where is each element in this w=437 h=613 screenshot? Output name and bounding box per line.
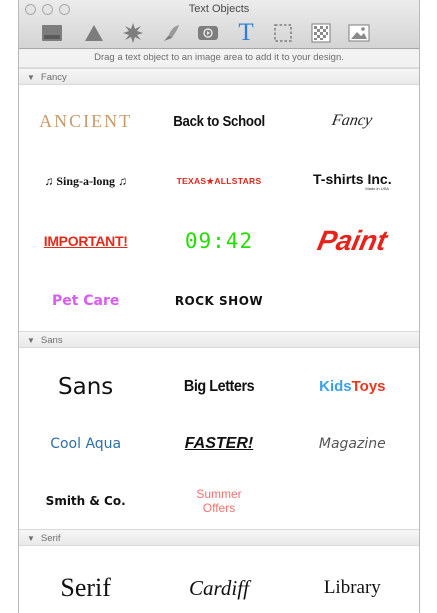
section-label: Sans (40, 335, 63, 346)
text-object-texas-allstars[interactable]: TEXAS★ALLSTARS (152, 151, 285, 211)
text-object-pet-care[interactable]: Pet Care (19, 271, 152, 331)
text-object-clock[interactable]: 09:42 (152, 211, 285, 271)
section-header-serif[interactable]: ▼ Serif (19, 529, 419, 546)
serif-grid: Serif Cardiff Library (19, 546, 419, 613)
section-label: Serif (40, 533, 61, 544)
text-object-summer-offers[interactable]: Summer Offers (152, 472, 285, 529)
text-object-cool-aqua[interactable]: Cool Aqua (19, 415, 152, 472)
triangle-shape-icon (85, 25, 103, 41)
text-object-kids-toys[interactable]: Kids Toys (286, 358, 419, 415)
text-object-smith-co[interactable]: Smith & Co. (19, 472, 152, 529)
empty-cell (286, 472, 419, 529)
starburst-shape-button[interactable] (120, 21, 146, 45)
sans-grid: Sans Big Letters Kids Toys Cool Aqua FAST… (19, 348, 419, 529)
text-object-rock-show[interactable]: ROCK SHOW (152, 271, 285, 331)
text-object-t-shirts-inc[interactable]: T-shirts Inc. Made in USA (286, 151, 419, 211)
button-shape-icon (198, 26, 218, 40)
section-label: Fancy (40, 72, 67, 83)
window-title: Text Objects (188, 3, 250, 15)
disclosure-triangle-icon[interactable]: ▼ (27, 69, 35, 86)
background-pattern-button[interactable] (308, 21, 334, 45)
text-object-icon: T (238, 19, 254, 46)
text-object-big-letters[interactable]: Big Letters (152, 358, 285, 415)
clip-art-button[interactable] (158, 21, 184, 45)
text-objects-window: Text Objects T Drag a text object to an … (18, 0, 420, 613)
empty-cell (286, 271, 419, 331)
image-area-button[interactable] (270, 21, 296, 45)
image-area-icon (274, 24, 292, 42)
photo-button[interactable] (346, 21, 372, 45)
rectangle-shape-button[interactable] (39, 21, 65, 45)
section-header-fancy[interactable]: ▼ Fancy (19, 68, 419, 85)
section-header-sans[interactable]: ▼ Sans (19, 331, 419, 348)
text-object-cardiff[interactable]: Cardiff (152, 558, 285, 613)
text-object-button[interactable]: T (233, 19, 259, 46)
text-object-ancient[interactable]: ANCIENT (19, 91, 152, 151)
toolbar: T (19, 19, 419, 46)
button-shape-button[interactable] (195, 21, 221, 45)
instruction-text: Drag a text object to an image area to a… (19, 49, 419, 68)
text-object-library[interactable]: Library (286, 558, 419, 613)
text-object-faster[interactable]: FASTER! (152, 415, 285, 472)
fancy-grid: ANCIENT Back to School Fancy ♫ Sing-a-lo… (19, 85, 419, 331)
text-object-back-to-school[interactable]: Back to School (152, 91, 285, 151)
background-pattern-icon (311, 23, 331, 43)
photo-icon (348, 24, 370, 42)
titlebar: Text Objects T (19, 0, 419, 49)
text-object-sans[interactable]: Sans (19, 358, 152, 415)
text-object-magazine[interactable]: Magazine (286, 415, 419, 472)
text-object-fancy[interactable]: Fancy (286, 91, 419, 151)
triangle-shape-button[interactable] (81, 21, 107, 45)
rectangle-shape-icon (42, 25, 62, 41)
starburst-shape-icon (123, 23, 143, 43)
text-object-important[interactable]: IMPORTANT! (19, 211, 152, 271)
text-object-sing-a-long[interactable]: ♫ Sing-a-long ♫ (19, 151, 152, 211)
disclosure-triangle-icon[interactable]: ▼ (27, 530, 35, 547)
clip-art-icon (164, 25, 179, 41)
disclosure-triangle-icon[interactable]: ▼ (27, 332, 35, 349)
text-object-serif[interactable]: Serif (19, 558, 152, 613)
text-object-paint[interactable]: Paint (286, 211, 419, 271)
